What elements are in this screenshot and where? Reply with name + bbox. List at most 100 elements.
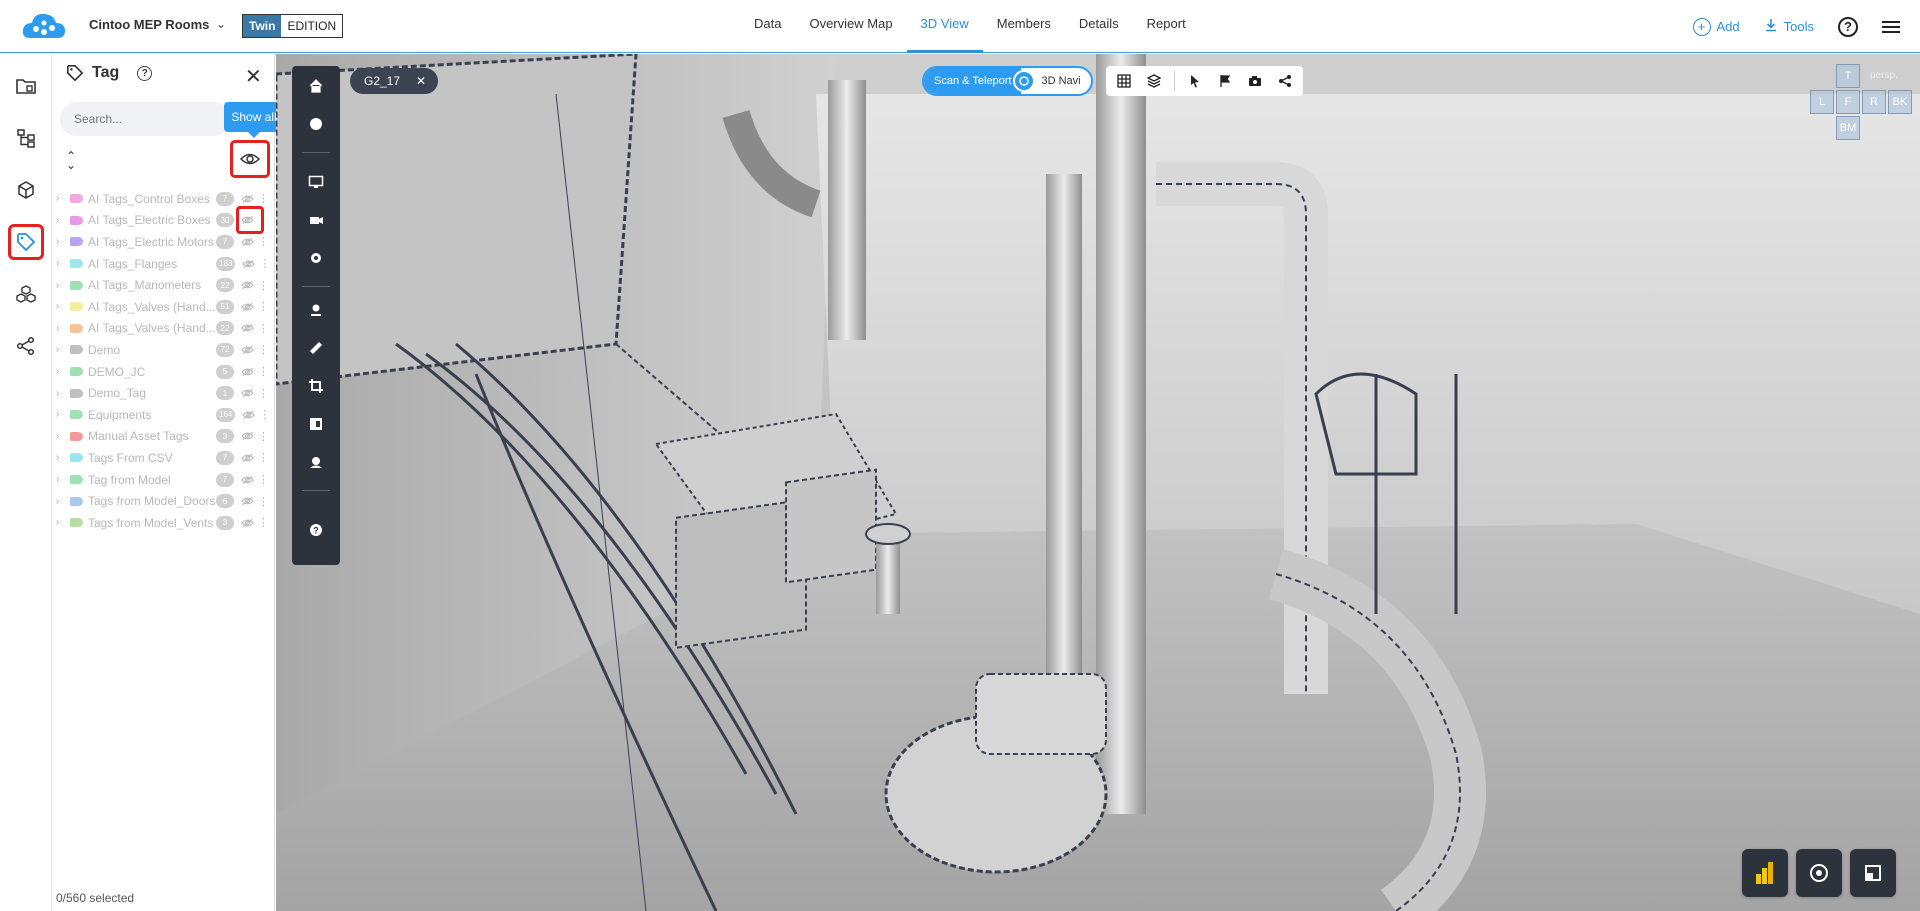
point-cloud-scene[interactable] — [276, 54, 1920, 911]
fullscreen-icon[interactable] — [1850, 849, 1896, 897]
tab-data[interactable]: Data — [740, 0, 795, 53]
close-icon[interactable]: ✕ — [245, 64, 262, 89]
share-icon[interactable] — [8, 328, 44, 364]
add-button[interactable]: + Add — [1692, 17, 1740, 36]
more-options-icon[interactable]: ⋮ — [258, 300, 269, 313]
more-options-icon[interactable]: ⋮ — [258, 387, 269, 400]
eye-slash-icon[interactable] — [238, 518, 256, 528]
more-options-icon[interactable]: ⋮ — [258, 343, 269, 356]
expand-chevron-icon[interactable]: › — [56, 517, 68, 528]
cube-left[interactable]: L — [1810, 90, 1834, 114]
tools-button[interactable]: Tools — [1764, 18, 1814, 35]
eye-slash-icon[interactable] — [238, 388, 256, 398]
settings-gear-icon[interactable] — [304, 246, 328, 270]
more-options-icon[interactable]: ⋮ — [258, 495, 269, 508]
eye-slash-icon[interactable] — [238, 496, 256, 506]
user-location-icon[interactable] — [304, 298, 328, 322]
show-all-button[interactable] — [230, 140, 270, 178]
more-options-icon[interactable]: ⋮ — [258, 516, 269, 529]
cube-back[interactable]: BK — [1888, 90, 1912, 114]
mode-3d-navi[interactable]: 3D Navi — [1035, 75, 1090, 87]
expand-chevron-icon[interactable]: › — [56, 193, 68, 204]
powerbi-icon[interactable] — [1742, 849, 1788, 897]
sphere-view-icon[interactable] — [304, 112, 328, 136]
tag-row[interactable]: › AI Tags_Valves (Hand... 51 ⋮ — [56, 296, 275, 318]
menu-icon[interactable] — [1882, 20, 1900, 33]
pointer-icon[interactable] — [1181, 68, 1209, 94]
tag-search-input[interactable] — [60, 102, 230, 136]
3d-viewport[interactable]: ? G2_17 ✕ Scan & Teleport 3D Navi T pers… — [276, 54, 1920, 911]
tab-overview-map[interactable]: Overview Map — [795, 0, 906, 53]
eye-slash-icon[interactable] — [238, 475, 256, 485]
panel-help-icon[interactable]: ? — [137, 65, 153, 81]
active-scan-chip[interactable]: G2_17 ✕ — [350, 68, 439, 94]
cube-front[interactable]: F — [1836, 90, 1860, 114]
project-chevron-down-icon[interactable]: ⌄ — [216, 17, 226, 31]
cube-top[interactable]: T — [1836, 64, 1860, 88]
eye-slash-icon[interactable] — [239, 259, 257, 269]
expand-chevron-icon[interactable]: › — [56, 496, 68, 507]
tag-row[interactable]: › AI Tags_Electric Motors 7 ⋮ — [56, 231, 275, 253]
tag-row[interactable]: › Tags From CSV 7 ⋮ — [56, 447, 275, 469]
tag-row[interactable]: › Tag from Model 7 ⋮ — [56, 469, 275, 491]
more-options-icon[interactable]: ⋮ — [259, 408, 270, 421]
tab-members[interactable]: Members — [983, 0, 1065, 53]
components-icon[interactable] — [8, 276, 44, 312]
cube-bottom[interactable]: BM — [1836, 116, 1860, 140]
avatar-icon[interactable] — [304, 450, 328, 474]
more-options-icon[interactable]: ⋮ — [258, 473, 269, 486]
expand-collapse-icon[interactable]: ⌃ ⌄ — [66, 150, 76, 171]
more-options-icon[interactable]: ⋮ — [258, 279, 269, 292]
expand-chevron-icon[interactable]: › — [56, 388, 68, 399]
layers-icon[interactable] — [1140, 68, 1168, 94]
expand-chevron-icon[interactable]: › — [56, 301, 68, 312]
expand-chevron-icon[interactable]: › — [56, 409, 68, 420]
eye-slash-icon[interactable] — [239, 410, 257, 420]
more-options-icon[interactable]: ⋮ — [259, 257, 270, 270]
eye-slash-icon[interactable] — [238, 194, 256, 204]
tag-row[interactable]: › Equipments 164 ⋮ — [56, 404, 275, 426]
data-folder-icon[interactable] — [8, 68, 44, 104]
mode-scan-teleport[interactable]: Scan & Teleport — [924, 68, 1022, 94]
tab-report[interactable]: Report — [1133, 0, 1200, 53]
eye-slash-icon[interactable] — [238, 302, 256, 312]
grid-icon[interactable] — [1110, 68, 1138, 94]
tag-row[interactable]: › Tags from Model_Vents 3 ⋮ — [56, 512, 275, 534]
cube-right[interactable]: R — [1862, 90, 1886, 114]
crop-icon[interactable] — [304, 374, 328, 398]
expand-chevron-icon[interactable]: › — [56, 452, 68, 463]
expand-chevron-icon[interactable]: › — [56, 366, 68, 377]
tag-row[interactable]: › DEMO_JC 5 ⋮ — [56, 361, 275, 383]
expand-chevron-icon[interactable]: › — [56, 474, 68, 485]
tag-row[interactable]: › Tags from Model_Doors 6 ⋮ — [56, 490, 275, 512]
project-name[interactable]: Cintoo MEP Rooms — [89, 17, 209, 32]
more-options-icon[interactable]: ⋮ — [258, 235, 269, 248]
expand-chevron-icon[interactable]: › — [56, 236, 68, 247]
tag-icon[interactable] — [8, 224, 44, 260]
cintoo-logo-icon[interactable] — [20, 8, 68, 44]
display-settings-icon[interactable] — [304, 170, 328, 194]
tag-row[interactable]: › Demo 72 ⋮ — [56, 339, 275, 361]
eye-slash-icon[interactable] — [238, 237, 256, 247]
model-cube-icon[interactable] — [8, 172, 44, 208]
expand-chevron-icon[interactable]: › — [56, 431, 68, 442]
eye-slash-icon[interactable] — [238, 431, 256, 441]
tag-row[interactable]: › AI Tags_Flanges 183 ⋮ — [56, 253, 275, 275]
share-view-icon[interactable] — [1271, 68, 1299, 94]
flag-icon[interactable] — [1211, 68, 1239, 94]
expand-chevron-icon[interactable]: › — [56, 258, 68, 269]
minimap-icon[interactable] — [1796, 849, 1842, 897]
help-circle-icon[interactable]: ? — [304, 518, 328, 542]
expand-chevron-icon[interactable]: › — [56, 280, 68, 291]
navigation-mode-toggle[interactable]: Scan & Teleport 3D Navi — [922, 66, 1093, 96]
more-options-icon[interactable]: ⋮ — [258, 451, 269, 464]
tag-row[interactable]: › AI Tags_Valves (Hand... 22 ⋮ — [56, 318, 275, 340]
more-options-icon[interactable]: ⋮ — [258, 430, 269, 443]
expand-chevron-icon[interactable]: › — [56, 344, 68, 355]
tag-row[interactable]: › Manual Asset Tags 3 ⋮ — [56, 426, 275, 448]
eye-slash-icon[interactable] — [238, 323, 256, 333]
expand-chevron-icon[interactable]: › — [56, 215, 68, 226]
help-icon[interactable]: ? — [1838, 16, 1858, 37]
measure-ruler-icon[interactable] — [304, 336, 328, 360]
view-cube[interactable]: T persp. L F R BK BM — [1788, 64, 1912, 174]
